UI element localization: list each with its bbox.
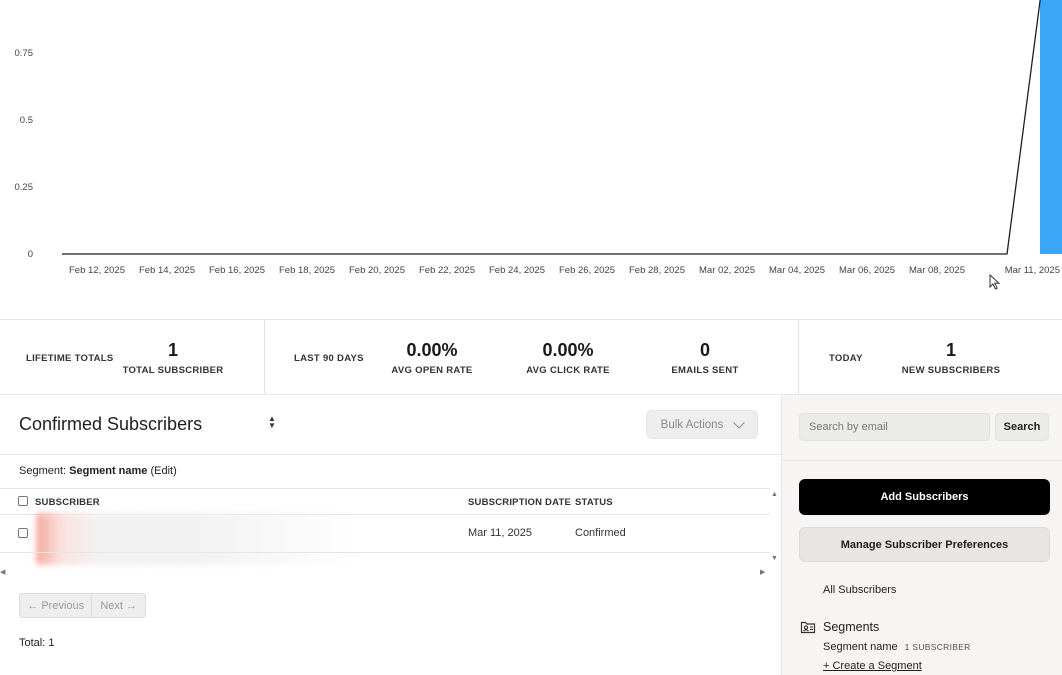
x-tick-label: Feb 18, 2025 [279,265,335,276]
column-status[interactable]: STATUS [575,497,613,508]
chart-line [62,0,1041,255]
sidebar: Search Add Subscribers Manage Subscriber… [781,395,1062,675]
caret-down-icon: ▼ [268,421,276,430]
next-page-button[interactable]: Next → [92,594,145,617]
x-tick-label: Mar 02, 2025 [699,265,755,276]
total-subscriber-stat: 1 TOTAL SUBSCRIBER [113,340,233,376]
avg-open-rate-stat: 0.00% AVG OPEN RATE [372,340,492,376]
y-tick-label: 0.75 [15,48,34,59]
stats-bar: LIFETIME TOTALS 1 TOTAL SUBSCRIBER LAST … [0,320,1062,395]
search-email-input[interactable] [799,413,990,441]
chart-bar [1040,0,1062,254]
redacted-subscriber-email [36,513,356,565]
row-checkbox[interactable] [18,528,28,538]
emails-sent-stat: 0 EMAILS SENT [645,340,765,376]
divider [0,552,770,553]
avg-click-rate-stat: 0.00% AVG CLICK RATE [508,340,628,376]
manage-preferences-button[interactable]: Manage Subscriber Preferences [799,527,1050,562]
last-90-days-label: LAST 90 DAYS [294,353,364,364]
x-tick-label: Feb 16, 2025 [209,265,265,276]
total-count: Total: 1 [19,637,55,649]
lifetime-totals-label: LIFETIME TOTALS [26,353,114,364]
chart-lines [62,0,1041,255]
bulk-actions-label: Bulk Actions [660,418,724,431]
new-subscribers-caption: NEW SUBSCRIBERS [901,365,1001,376]
column-subscription-date[interactable]: SUBSCRIPTION DATE [468,497,571,508]
pagination: ← Previous Next → [19,593,146,618]
divider [0,454,781,455]
chevron-down-icon [733,416,745,429]
add-subscribers-button[interactable]: Add Subscribers [799,479,1050,515]
avg-click-rate-value: 0.00% [542,340,594,360]
divider [782,460,1062,461]
x-tick-label: Feb 20, 2025 [349,265,405,276]
list-title: Confirmed Subscribers [19,414,203,434]
segment-item-name: Segment name [823,641,898,653]
segments-icon [800,621,816,634]
avg-open-rate-caption: AVG OPEN RATE [391,365,473,376]
chart-bars [1040,0,1062,254]
x-tick-label: Feb 26, 2025 [559,265,615,276]
row-subscription-date: Mar 11, 2025 [468,527,533,539]
stats-divider [798,320,799,395]
mouse-cursor-icon [989,274,1001,290]
y-tick-label: 0 [28,249,33,260]
total-subscriber-value: 1 [167,340,178,360]
x-tick-label: Feb 14, 2025 [139,265,195,276]
previous-page-button[interactable]: ← Previous [20,594,93,617]
avg-open-rate-value: 0.00% [406,340,458,360]
x-tick-label: Feb 28, 2025 [629,265,685,276]
y-axis-ticks: 0 0.25 0.5 0.75 [15,48,34,260]
scroll-up-arrow-icon[interactable]: ▲ [771,491,778,498]
avg-click-rate-caption: AVG CLICK RATE [526,365,610,376]
row-status: Confirmed [575,527,626,539]
y-tick-label: 0.25 [15,182,34,193]
segments-heading: Segments [823,620,880,634]
chart-svg: 00.250.50.75 Feb 12, 2025 Feb 14, 2025 Feb… [15,0,1062,276]
emails-sent-caption: EMAILS SENT [671,365,739,376]
segment-item-count: 1 SUBSCRIBER [904,642,971,652]
search-button[interactable]: Search [995,413,1049,441]
x-tick-label: Mar 11, 2025 [1005,265,1060,276]
new-subscribers-stat: 1 NEW SUBSCRIBERS [891,340,1011,376]
column-subscriber[interactable]: SUBSCRIBER [35,497,100,508]
x-tick-label: Feb 24, 2025 [489,265,545,276]
x-tick-label: Mar 04, 2025 [769,265,825,276]
new-subscribers-value: 1 [945,340,956,360]
subscribers-chart: 0 0.25 0.5 0.75 Feb 12, 2025 Feb 14, 2025 Feb… [0,0,1062,320]
stats-divider [264,320,265,395]
x-axis-ticks: Feb 12, 2025 Feb 14, 2025 Feb 16, 2025 Feb … [69,265,1060,276]
scroll-right-arrow-icon[interactable]: ▶ [760,568,765,576]
segment-edit-link[interactable]: (Edit) [150,465,176,477]
segment-item[interactable]: Segment name 1 SUBSCRIBER [823,641,971,653]
select-all-checkbox[interactable] [18,496,28,506]
subscriber-list-panel: Confirmed Subscribers ▲ ▼ Bulk Actions S… [0,395,781,675]
x-tick-label: Mar 08, 2025 [909,265,965,276]
all-subscribers-link[interactable]: All Subscribers [823,584,896,596]
bulk-actions-button[interactable]: Bulk Actions [646,410,758,439]
total-subscriber-caption: TOTAL SUBSCRIBER [122,365,224,376]
x-tick-label: Feb 22, 2025 [419,265,475,276]
scroll-left-arrow-icon[interactable]: ◀ [0,568,5,576]
list-select-toggle[interactable]: ▲ ▼ [266,415,278,430]
today-label: TODAY [829,353,863,364]
emails-sent-value: 0 [699,340,710,360]
segment-name: Segment name [69,465,148,477]
segment-line: Segment: Segment name (Edit) [19,465,177,477]
y-tick-label: 0.5 [20,115,33,126]
x-tick-label: Feb 12, 2025 [69,265,125,276]
scroll-down-arrow-icon[interactable]: ▼ [771,555,778,562]
create-segment-link[interactable]: + Create a Segment [823,660,922,672]
x-tick-label: Mar 06, 2025 [839,265,895,276]
table-header: SUBSCRIBER SUBSCRIPTION DATE STATUS [0,488,770,515]
segment-prefix: Segment: [19,465,67,477]
